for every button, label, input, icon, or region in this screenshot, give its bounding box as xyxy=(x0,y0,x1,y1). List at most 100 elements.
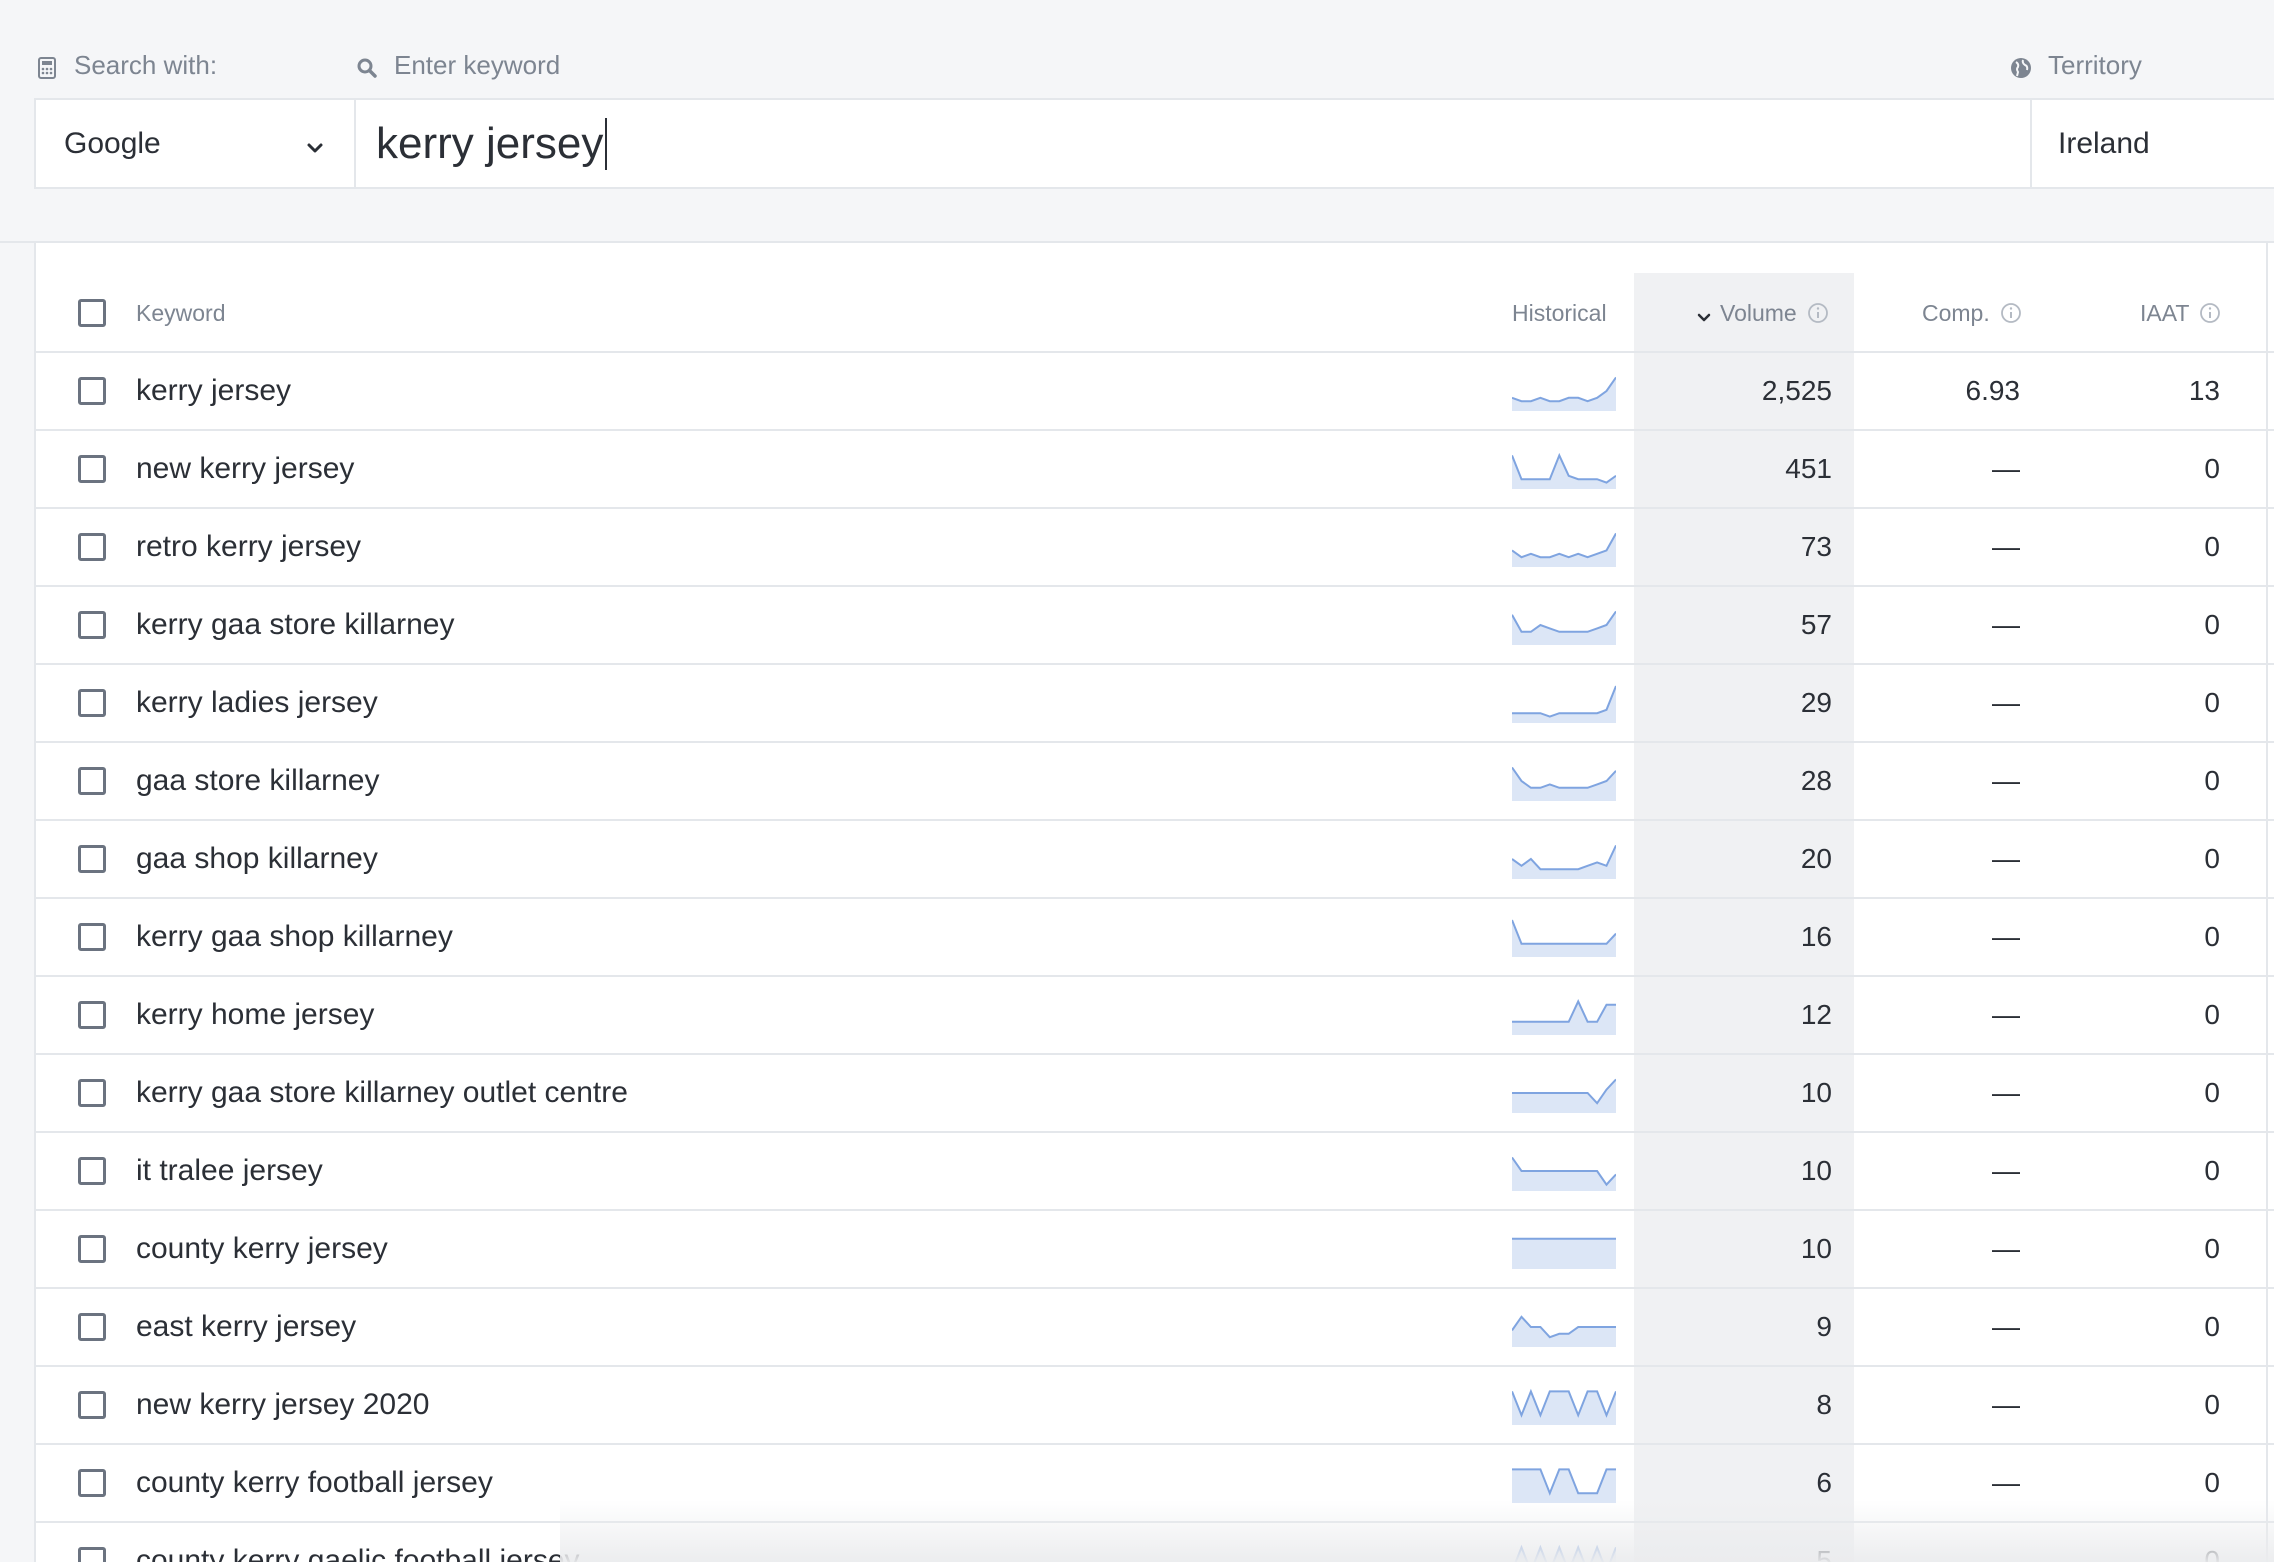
info-circle-icon[interactable] xyxy=(2000,302,2022,324)
keyword-cell[interactable]: it tralee jersey xyxy=(136,1133,323,1209)
keyword-cell[interactable]: county kerry jersey xyxy=(136,1211,388,1287)
row-checkbox[interactable] xyxy=(78,455,106,483)
table-row[interactable]: new kerry jersey 451 — 0 xyxy=(36,431,2274,509)
keyword-cell[interactable]: gaa store killarney xyxy=(136,743,379,819)
iaat-cell: 0 xyxy=(2204,453,2220,484)
table-row[interactable]: county kerry jersey 10 — 0 xyxy=(36,1211,2274,1289)
sparkline-svg xyxy=(1512,610,1616,645)
historical-sparkline xyxy=(1512,587,1616,663)
sparkline-svg xyxy=(1514,1544,1616,1562)
keyword-cell[interactable]: kerry gaa store killarney outlet centre xyxy=(136,1055,628,1131)
row-checkbox[interactable] xyxy=(78,611,106,639)
row-checkbox[interactable] xyxy=(78,533,106,561)
keyword-cell[interactable]: new kerry jersey xyxy=(136,431,354,507)
historical-sparkline xyxy=(1512,1289,1616,1365)
header-comp[interactable]: Comp. xyxy=(1922,273,2022,353)
table-row[interactable]: gaa shop killarney 20 — 0 xyxy=(36,821,2274,899)
historical-sparkline xyxy=(1512,353,1616,429)
row-checkbox[interactable] xyxy=(78,689,106,717)
info-circle-icon[interactable] xyxy=(1807,302,1829,324)
keyword-cell[interactable]: gaa shop killarney xyxy=(136,821,378,897)
keyword-input-value: kerry jersey xyxy=(376,118,604,168)
row-checkbox[interactable] xyxy=(78,1235,106,1263)
sparkline-svg xyxy=(1512,1078,1616,1113)
row-checkbox[interactable] xyxy=(78,1313,106,1341)
historical-sparkline xyxy=(1512,431,1616,507)
keyword-cell[interactable]: county kerry gaelic football jersey xyxy=(136,1523,580,1562)
enter-keyword-label: Enter keyword xyxy=(356,50,560,81)
row-checkbox[interactable] xyxy=(78,1157,106,1185)
row-checkbox[interactable] xyxy=(78,923,106,951)
historical-sparkline xyxy=(1512,977,1616,1053)
row-checkbox-cell xyxy=(78,431,106,507)
keyword-input[interactable]: kerry jersey xyxy=(356,100,2030,187)
header-iaat[interactable]: IAAT xyxy=(2140,273,2221,353)
iaat-cell: 0 xyxy=(2204,843,2220,874)
comp-cell: — xyxy=(1992,1389,2020,1420)
volume-cell: 9 xyxy=(1816,1311,1832,1342)
iaat-cell: 0 xyxy=(2204,609,2220,640)
header-keyword[interactable]: Keyword xyxy=(136,273,225,353)
row-checkbox[interactable] xyxy=(78,845,106,873)
sparkline-svg xyxy=(1512,1315,1616,1347)
table-row[interactable]: kerry jersey 2,525 6.93 13 xyxy=(36,353,2274,431)
table-row[interactable]: kerry gaa store killarney outlet centre 1… xyxy=(36,1055,2274,1133)
keyword-cell[interactable]: kerry ladies jersey xyxy=(136,665,378,741)
sparkline-svg xyxy=(1512,1237,1616,1269)
keyword-cell[interactable]: kerry jersey xyxy=(136,353,291,429)
header-volume[interactable]: Volume xyxy=(1696,273,1829,353)
row-checkbox[interactable] xyxy=(78,1547,106,1562)
table-row[interactable]: retro kerry jersey 73 — 0 xyxy=(36,509,2274,587)
table-header: Keyword Historical Volume Comp. IAAT xyxy=(36,273,2274,353)
iaat-cell: 0 xyxy=(2204,999,2220,1030)
header-comp-label: Comp. xyxy=(1922,299,1990,326)
comp-cell: — xyxy=(1992,609,2020,640)
table-row[interactable]: new kerry jersey 2020 8 — 0 xyxy=(36,1367,2274,1445)
table-row[interactable]: county kerry football jersey 6 — 0 xyxy=(36,1445,2274,1523)
sparkline-line xyxy=(1512,532,1616,559)
select-all-checkbox[interactable] xyxy=(78,299,106,327)
keyword-cell[interactable]: kerry gaa store killarney xyxy=(136,587,454,663)
volume-cell: 10 xyxy=(1800,1077,1832,1108)
keyword-cell[interactable]: new kerry jersey 2020 xyxy=(136,1367,429,1443)
table-row[interactable]: kerry gaa shop killarney 16 — 0 xyxy=(36,899,2274,977)
keyword-cell[interactable]: retro kerry jersey xyxy=(136,509,361,585)
keyword-cell[interactable]: kerry gaa shop killarney xyxy=(136,899,453,975)
row-checkbox-cell xyxy=(78,1055,106,1131)
row-checkbox[interactable] xyxy=(78,1469,106,1497)
comp-cell: — xyxy=(1992,921,2020,952)
row-checkbox-cell xyxy=(78,665,106,741)
keyword-cell[interactable]: east kerry jersey xyxy=(136,1289,356,1365)
table-row[interactable]: gaa store killarney 28 — 0 xyxy=(36,743,2274,821)
row-checkbox[interactable] xyxy=(78,1001,106,1029)
row-checkbox[interactable] xyxy=(78,377,106,405)
sparkline-svg xyxy=(1512,999,1616,1035)
iaat-cell: 0 xyxy=(2204,1233,2220,1264)
iaat-cell: 0 xyxy=(2204,921,2220,952)
row-checkbox[interactable] xyxy=(78,1079,106,1107)
keyword-cell[interactable]: county kerry football jersey xyxy=(136,1445,493,1521)
table-row[interactable]: county kerry gaelic football jersey 5 — 0 xyxy=(36,1523,2274,1562)
sparkline-area xyxy=(1512,1001,1616,1035)
row-checkbox-cell xyxy=(78,821,106,897)
table-row[interactable]: it tralee jersey 10 — 0 xyxy=(36,1133,2274,1211)
sparkline-svg xyxy=(1512,766,1616,801)
search-with-label: Search with: xyxy=(36,50,217,81)
volume-cell: 20 xyxy=(1800,843,1832,874)
keyword-cell[interactable]: kerry home jersey xyxy=(136,977,374,1053)
sparkline-svg xyxy=(1512,685,1616,723)
table-row[interactable]: kerry ladies jersey 29 — 0 xyxy=(36,665,2274,743)
territory-select[interactable]: Ireland xyxy=(2030,100,2274,187)
historical-sparkline xyxy=(1512,665,1616,741)
sparkline-svg xyxy=(1512,1388,1616,1425)
search-engine-select[interactable]: Google xyxy=(36,100,356,187)
row-checkbox-cell xyxy=(78,587,106,663)
row-checkbox[interactable] xyxy=(78,1391,106,1419)
info-circle-icon[interactable] xyxy=(2199,302,2221,324)
table-row[interactable]: east kerry jersey 9 — 0 xyxy=(36,1289,2274,1367)
table-row[interactable]: kerry gaa store killarney 57 — 0 xyxy=(36,587,2274,665)
row-checkbox[interactable] xyxy=(78,767,106,795)
comp-cell: — xyxy=(1992,1311,2020,1342)
table-row[interactable]: kerry home jersey 12 — 0 xyxy=(36,977,2274,1055)
sparkline-area xyxy=(1512,455,1616,489)
